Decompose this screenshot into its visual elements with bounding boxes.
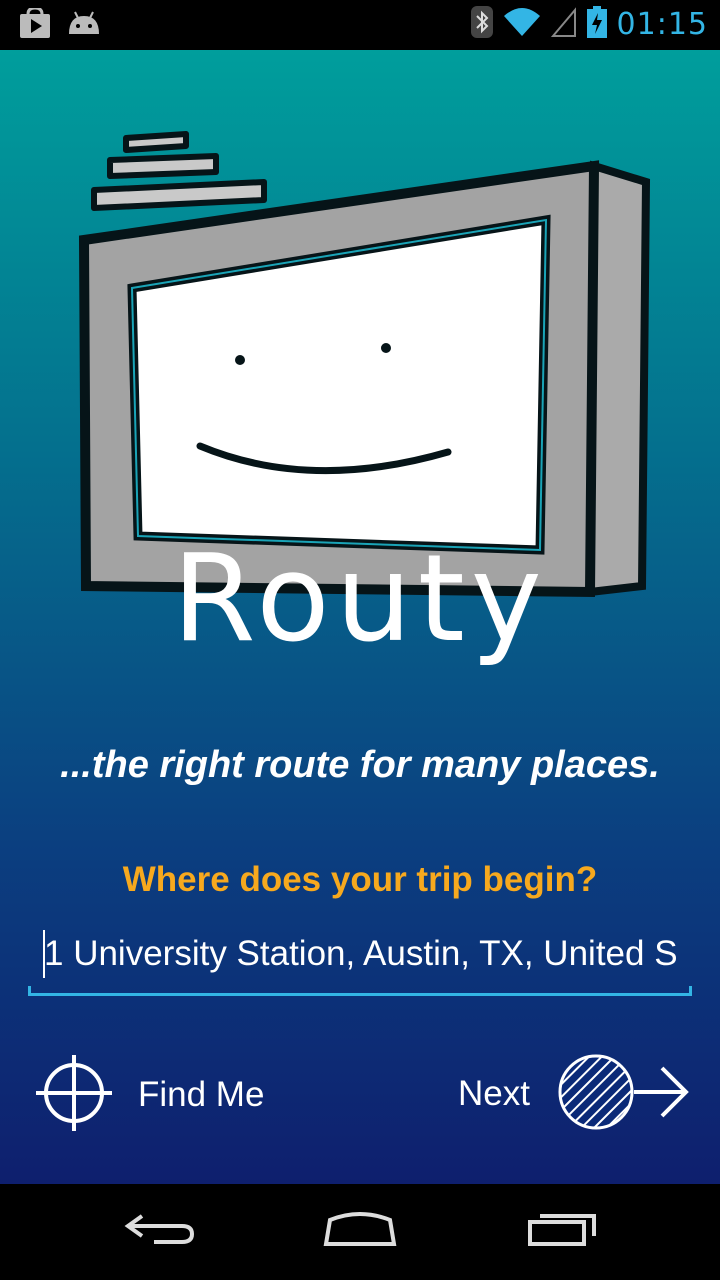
next-button[interactable]: Next	[458, 1048, 692, 1140]
recent-apps-icon[interactable]	[526, 1208, 598, 1252]
battery-charging-icon	[586, 6, 607, 42]
start-address-value: 1 University Station, Austin, TX, United…	[44, 934, 676, 973]
find-me-label: Find Me	[138, 1075, 265, 1114]
hatched-arrow-icon	[556, 1050, 692, 1138]
status-time: 01:15	[616, 6, 708, 42]
wifi-icon	[503, 6, 541, 42]
trip-start-prompt: Where does your trip begin?	[122, 860, 598, 899]
home-icon[interactable]	[322, 1208, 398, 1252]
find-me-button[interactable]: Find Me	[34, 1050, 264, 1140]
bluetooth-icon	[470, 6, 493, 42]
crosshair-icon	[34, 1053, 114, 1137]
back-icon[interactable]	[124, 1208, 196, 1252]
signal-icon	[550, 6, 577, 42]
next-label: Next	[458, 1074, 530, 1113]
app-screen: Routy ...the right route for many places…	[0, 50, 720, 1184]
navigation-bar	[0, 1184, 720, 1280]
status-bar: 01:15	[0, 0, 720, 50]
tagline: ...the right route for many places.	[60, 744, 660, 786]
android-icon	[66, 8, 102, 44]
start-address-input[interactable]: 1 University Station, Austin, TX, United…	[28, 920, 692, 996]
app-name: Routy	[172, 530, 548, 669]
play-store-icon	[18, 6, 52, 44]
